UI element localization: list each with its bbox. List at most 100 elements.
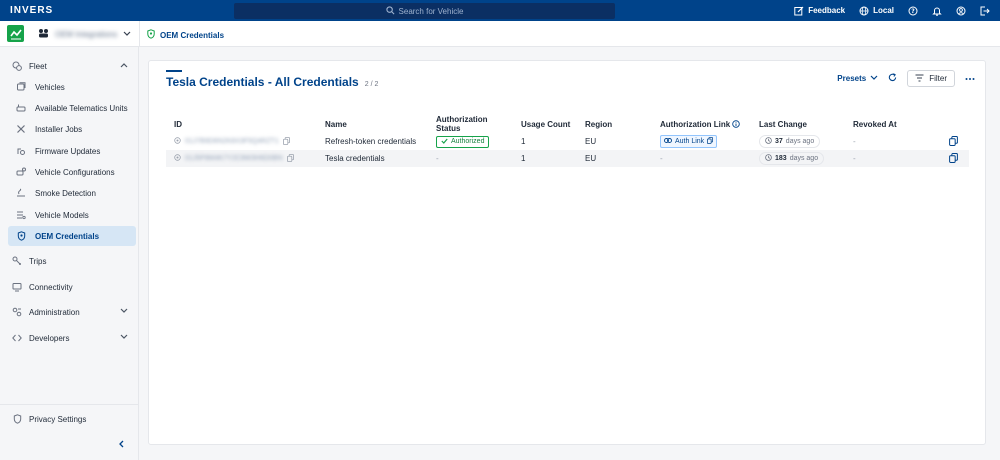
duplicate-row-button[interactable] xyxy=(949,135,958,148)
cell-revoked-at: - xyxy=(845,150,941,167)
table-row[interactable]: 01J7B9D6N2K8X3F5Q4RZT1 Refresh-token cre… xyxy=(166,133,969,150)
cell-id: 01J5P8M4K7Y2C9W3H6D0BN xyxy=(166,150,317,167)
presets-button[interactable]: Presets xyxy=(837,74,878,83)
cell-region: EU xyxy=(585,137,597,146)
sidebar-group-trips[interactable]: Trips xyxy=(8,251,136,271)
trips-icon xyxy=(10,256,24,266)
auth-link-button[interactable]: Auth Link xyxy=(660,135,718,148)
chevron-down-icon xyxy=(123,30,131,39)
firmware-icon xyxy=(14,146,28,156)
table-header-row: ID Name Authorization Status Usage Count… xyxy=(166,115,969,133)
sidebar-item-smoke-detection[interactable]: Smoke Detection xyxy=(8,183,136,203)
sidebar-item-vehicle-configurations[interactable]: Vehicle Configurations xyxy=(8,162,136,182)
refresh-icon xyxy=(888,73,897,84)
copy-icon xyxy=(707,137,714,146)
sidebar-item-firmware-updates[interactable]: Firmware Updates xyxy=(8,141,136,161)
column-header-last-change[interactable]: Last Change xyxy=(751,115,845,133)
bell-icon xyxy=(932,6,942,16)
logout-icon xyxy=(980,6,990,16)
code-icon xyxy=(10,333,24,343)
account-button[interactable] xyxy=(956,6,966,16)
chevron-down-icon xyxy=(120,307,128,316)
sidebar-group-administration[interactable]: Administration xyxy=(8,302,136,322)
sidebar-item-label: Vehicles xyxy=(35,82,65,92)
sidebar-group-fleet[interactable]: Fleet xyxy=(8,56,136,76)
sidebar-item-vehicle-models[interactable]: Vehicle Models xyxy=(8,205,136,225)
notifications-button[interactable] xyxy=(932,6,942,16)
cell-authorization-link: - xyxy=(652,150,751,167)
column-header-usage-count[interactable]: Usage Count xyxy=(513,115,577,133)
sidebar-group-label: Administration xyxy=(29,307,80,317)
sidebar-item-available-telematics-units[interactable]: Available Telematics Units xyxy=(8,98,136,118)
sidebar-group-connectivity[interactable]: Connectivity xyxy=(8,277,136,297)
cell-revoked-at: - xyxy=(853,137,856,146)
app-logo[interactable]: INVERS xyxy=(10,5,70,16)
feedback-button[interactable]: Feedback xyxy=(794,6,845,16)
link-icon xyxy=(664,138,672,145)
organization-name: OEM Integrations xyxy=(55,29,118,39)
filter-icon xyxy=(915,74,924,84)
edit-icon xyxy=(794,6,804,16)
table-row[interactable]: 01J5P8M4K7Y2C9W3H6D0BN Tesla credentials… xyxy=(166,150,969,167)
copy-icon xyxy=(949,135,958,148)
column-header-name[interactable]: Name xyxy=(317,115,428,133)
sidebar-group-label: Connectivity xyxy=(29,282,73,292)
cell-last-change: 37 days ago xyxy=(751,133,845,150)
sidebar-divider xyxy=(0,404,139,405)
column-header-label: Authorization Link xyxy=(660,119,731,129)
sidebar-item-label: Smoke Detection xyxy=(35,188,96,198)
copy-icon[interactable] xyxy=(286,153,294,164)
search-icon xyxy=(385,5,395,17)
sidebar-group-developers[interactable]: Developers xyxy=(8,328,136,348)
relative-time-unit: days ago xyxy=(789,155,819,162)
credentials-icon xyxy=(147,29,155,41)
cell-usage-count: 1 xyxy=(521,137,526,146)
column-header-revoked-at[interactable]: Revoked At xyxy=(845,115,941,133)
help-icon: ? xyxy=(908,6,918,16)
column-header-region[interactable]: Region xyxy=(577,115,652,133)
user-icon xyxy=(956,6,966,16)
sidebar-group-label: Trips xyxy=(29,256,47,266)
globe-icon xyxy=(859,6,869,16)
sidebar-item-installer-jobs[interactable]: Installer Jobs xyxy=(8,119,136,139)
sidebar-item-label: OEM Credentials xyxy=(35,231,100,241)
sidebar-item-vehicles[interactable]: Vehicles xyxy=(8,77,136,97)
cell-name: Tesla credentials xyxy=(317,150,428,167)
connectivity-icon xyxy=(10,282,24,292)
relative-time-badge: 183 days ago xyxy=(759,152,825,165)
cell-name: Refresh-token credentials xyxy=(325,137,417,146)
info-icon[interactable] xyxy=(732,119,741,129)
copy-icon xyxy=(949,152,958,165)
column-header-id[interactable]: ID xyxy=(166,115,317,133)
sidebar-group-label: Fleet xyxy=(29,61,47,71)
vehicle-search-input[interactable]: Search for Vehicle xyxy=(234,3,615,19)
breadcrumb: OEM Credentials xyxy=(147,29,224,41)
tools-icon xyxy=(14,124,28,134)
sidebar-item-privacy-settings[interactable]: Privacy Settings xyxy=(8,409,136,429)
app-switcher-icon[interactable] xyxy=(7,25,24,42)
collapse-sidebar-button[interactable] xyxy=(118,440,124,450)
more-options-button[interactable] xyxy=(965,74,975,83)
credential-id: 01J5P8M4K7Y2C9W3H6D0BN xyxy=(185,155,283,162)
chevron-up-icon xyxy=(120,61,128,70)
telematics-icon xyxy=(14,103,28,113)
relative-time-unit: days ago xyxy=(785,138,815,145)
id-status-icon xyxy=(174,154,181,163)
sidebar-item-oem-credentials[interactable]: OEM Credentials xyxy=(8,226,136,246)
sidebar-group-label: Developers xyxy=(29,333,70,343)
logout-button[interactable] xyxy=(980,6,990,16)
duplicate-row-button[interactable] xyxy=(949,152,958,165)
breadcrumb-current[interactable]: OEM Credentials xyxy=(160,31,224,40)
cell-last-change: 183 days ago xyxy=(751,150,845,167)
organization-selector[interactable]: OEM Integrations xyxy=(38,28,131,40)
refresh-button[interactable] xyxy=(888,73,897,84)
credentials-card: Tesla Credentials - All Credentials 2 / … xyxy=(148,60,986,445)
column-header-authorization-status[interactable]: Authorization Status xyxy=(428,115,513,133)
locale-button[interactable]: Local xyxy=(859,6,894,16)
help-button[interactable]: ? xyxy=(908,6,918,16)
copy-icon[interactable] xyxy=(282,136,290,147)
sidebar-item-label: Vehicle Models xyxy=(35,210,89,220)
id-status-icon xyxy=(174,137,181,146)
filter-button[interactable]: Filter xyxy=(907,70,955,87)
column-header-authorization-link[interactable]: Authorization Link xyxy=(652,115,751,133)
